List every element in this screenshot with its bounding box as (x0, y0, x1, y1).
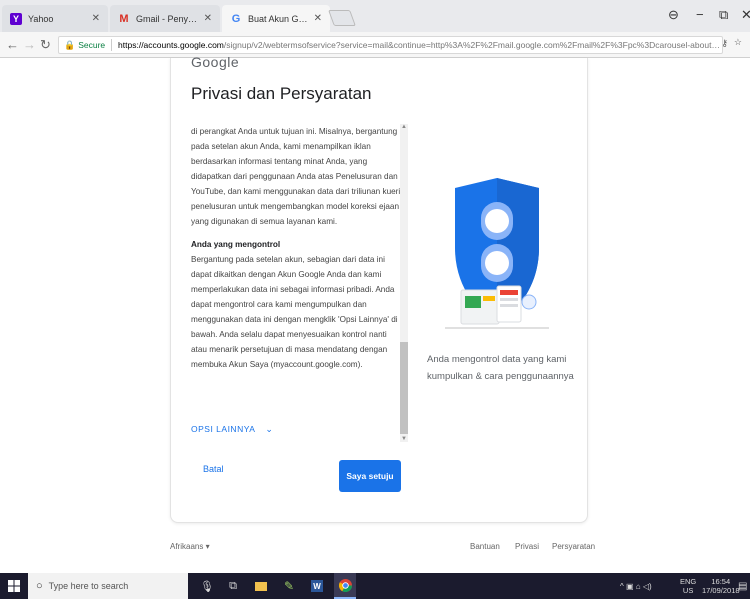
windows-logo-icon (8, 580, 20, 592)
minimize-icon[interactable]: − (696, 7, 704, 22)
search-placeholder: Type here to search (48, 581, 129, 591)
cortana-circle-icon: ○ (36, 580, 43, 592)
file-explorer-icon[interactable] (250, 573, 272, 599)
more-options-label: OPSI LAINNYA (191, 424, 256, 434)
chevron-down-icon: ⌄ (265, 424, 274, 434)
windows-taskbar: ○ Type here to search 🎙 ⧉ ✎ W ^ ▣ ⌂ ◁) E… (0, 573, 750, 599)
tab-label: Yahoo (28, 13, 54, 24)
notifications-icon[interactable]: ▤ (738, 573, 747, 599)
tab-gmail[interactable]: M Gmail - Penyimpanan.co ✕ (110, 5, 220, 32)
scroll-down-arrow-icon[interactable]: ▼ (400, 436, 408, 442)
agree-button[interactable]: Saya setuju (339, 460, 401, 492)
scrollbar-thumb[interactable] (400, 342, 408, 434)
navigation-bar: ← → ↻ 🔒 Secure https://accounts.google.c… (0, 32, 750, 58)
chrome-logo-icon (338, 578, 352, 592)
language-selector[interactable]: Afrikaans ▾ (170, 542, 210, 551)
section-heading: Anda yang mengontrol (191, 240, 281, 249)
clock-time: 16:54 (711, 577, 731, 586)
yahoo-favicon-icon: Y (10, 12, 22, 25)
forward-arrow-icon[interactable]: → (23, 37, 36, 52)
chrome-app-icon[interactable] (334, 573, 356, 599)
bookmark-star-icon[interactable]: ☆ (734, 37, 742, 48)
address-bar[interactable]: 🔒 Secure https://accounts.google.com /si… (58, 36, 723, 54)
url-path: /signup/v2/webtermsofservice?service=mai… (223, 40, 722, 50)
start-button[interactable] (4, 573, 24, 599)
close-icon[interactable]: ✕ (314, 13, 322, 24)
terms-link[interactable]: Persyaratan (552, 542, 595, 551)
url-host: https://accounts.google.com (118, 40, 224, 50)
browser-tab-strip: Y Yahoo ✕ M Gmail - Penyimpanan.co ✕ G B… (0, 0, 750, 32)
secure-label: Secure (78, 40, 106, 50)
terms-paragraph: Bergantung pada setelan akun, sebagian d… (191, 255, 398, 369)
scrollbar[interactable]: ▲ ▼ (400, 124, 408, 442)
clock-date: 17/09/2018 (702, 586, 740, 595)
task-view-icon[interactable]: ⧉ (222, 573, 244, 599)
more-options-link[interactable]: OPSI LAINNYA ⌄ (191, 422, 273, 437)
page-title: Privasi dan Persyaratan (191, 84, 372, 103)
tab-label: Buat Akun Google (248, 13, 308, 24)
privacy-shield-illustration (445, 178, 549, 329)
gmail-favicon-icon: M (119, 12, 129, 25)
help-link[interactable]: Bantuan (470, 542, 500, 551)
key-icon[interactable]: ⚷ (721, 38, 728, 49)
region-code: US (682, 586, 694, 595)
tab-create-account[interactable]: G Buat Akun Google ✕ (222, 5, 330, 32)
privacy-terms-card: Google Privasi dan Persyaratan di perang… (170, 54, 588, 523)
divider (111, 39, 113, 51)
illustration-caption: Anda mengontrol data yang kami kumpulkan… (427, 354, 574, 382)
taskbar-search-box[interactable]: ○ Type here to search (28, 573, 188, 599)
terms-scroll-area[interactable]: di perangkat Anda untuk tujuan ini. Misa… (191, 124, 401, 442)
clock[interactable]: 16:54 17/09/2018 (702, 573, 740, 599)
close-icon[interactable]: ✕ (92, 13, 100, 24)
word-app-icon[interactable]: W (306, 573, 328, 599)
tab-label: Gmail - Penyimpanan.co (136, 13, 198, 24)
privacy-link[interactable]: Privasi (515, 542, 539, 551)
language-code: ENG (680, 577, 697, 586)
google-favicon-icon: G (231, 12, 241, 25)
lock-icon: 🔒 (64, 39, 76, 50)
cancel-button[interactable]: Batal (203, 464, 224, 474)
close-icon[interactable]: ✕ (204, 13, 212, 24)
google-logo: Google (191, 54, 240, 70)
input-language-indicator[interactable]: ENG US (680, 573, 696, 599)
new-tab-button[interactable] (328, 10, 356, 26)
maximize-icon[interactable]: ⧉ (719, 7, 728, 23)
reload-icon[interactable]: ↻ (40, 37, 51, 53)
profile-icon[interactable]: ⊖ (668, 7, 679, 23)
close-window-icon[interactable]: ✕ (741, 7, 750, 23)
scroll-up-arrow-icon[interactable]: ▲ (400, 124, 408, 130)
tab-yahoo[interactable]: Y Yahoo ✕ (2, 5, 108, 32)
system-tray-icons[interactable]: ^ ▣ ⌂ ◁) (620, 573, 652, 599)
back-arrow-icon[interactable]: ← (6, 37, 19, 52)
app-pinned-icon[interactable]: ✎ (278, 573, 300, 599)
terms-paragraph: di perangkat Anda untuk tujuan ini. Misa… (191, 127, 401, 226)
microphone-icon[interactable]: 🎙 (196, 573, 218, 599)
